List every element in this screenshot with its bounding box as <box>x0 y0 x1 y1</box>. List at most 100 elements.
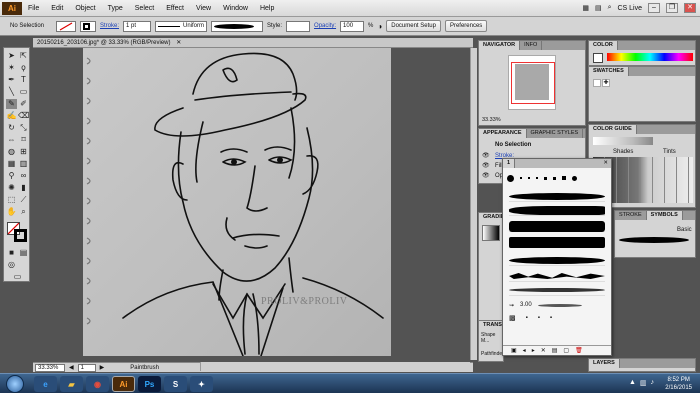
minimize-button[interactable]: – <box>648 3 660 13</box>
app-icon[interactable]: ✦ <box>190 376 213 392</box>
search-icon[interactable]: ⌕ <box>608 4 612 12</box>
folder-icon[interactable]: ▰ <box>60 376 83 392</box>
illustrator-icon[interactable]: Ai <box>112 376 135 392</box>
restore-button[interactable]: ❐ <box>666 3 678 13</box>
stroke-swatch[interactable] <box>80 20 96 32</box>
visibility-eye-icon[interactable]: 👁 <box>482 152 490 159</box>
opacity-link[interactable]: Opacity: <box>314 23 336 29</box>
artboard-tool-icon[interactable]: ⬚ <box>6 195 17 205</box>
brush-row[interactable] <box>509 191 605 202</box>
panel-close-icon[interactable]: ✕ <box>603 159 611 168</box>
remove-stroke-icon[interactable]: ✕ <box>541 347 546 354</box>
next-artboard-icon[interactable]: ▶ <box>100 364 105 371</box>
tab-layers[interactable]: LAYERS <box>589 359 620 368</box>
start-button[interactable] <box>6 375 24 393</box>
prev-artboard-icon[interactable]: ◀ <box>69 364 74 371</box>
preferences-button[interactable]: Preferences <box>444 20 488 32</box>
tab-brushes[interactable]: 1 <box>503 159 516 168</box>
chrome-icon[interactable]: ◉ <box>86 376 109 392</box>
color-mode-icon[interactable]: ■ <box>6 248 17 258</box>
color-fill-swatch[interactable] <box>593 53 603 63</box>
zoom-tool-icon[interactable]: ⌕ <box>18 207 29 217</box>
view-box[interactable] <box>511 62 555 104</box>
recolor-icon[interactable]: ◑ <box>377 22 382 31</box>
visibility-eye-icon[interactable]: 👁 <box>482 172 490 179</box>
fill-swatch[interactable] <box>56 20 76 32</box>
gradient-preview[interactable] <box>482 225 500 241</box>
menu-type[interactable]: Type <box>102 5 129 12</box>
color-spectrum[interactable] <box>607 53 693 61</box>
artboard-number-field[interactable]: 1 <box>77 363 96 372</box>
harmony-colors[interactable] <box>593 137 653 145</box>
skype-icon[interactable]: S <box>164 376 187 392</box>
stroke-weight-field[interactable]: 1 pt <box>123 20 152 32</box>
graphic-style-picker[interactable] <box>286 20 311 32</box>
photoshop-icon[interactable]: Ps <box>138 376 161 392</box>
menu-effect[interactable]: Effect <box>160 5 190 12</box>
paintbrush-tool-icon[interactable]: ✎ <box>6 99 17 109</box>
swatch-registration[interactable]: ✚ <box>602 79 610 87</box>
explorer-icon[interactable]: e <box>34 376 57 392</box>
pen-tool-icon[interactable]: ✒ <box>6 75 17 85</box>
menu-view[interactable]: View <box>190 5 217 12</box>
canvas[interactable]: PROLIV&PROLIV <box>33 48 471 360</box>
brush-row[interactable] <box>509 205 605 216</box>
menu-file[interactable]: File <box>22 5 45 12</box>
arrange-icon[interactable]: ▤ <box>595 4 602 12</box>
arrow-up-icon[interactable]: ▲ <box>629 379 636 387</box>
rectangle-tool-icon[interactable]: ▭ <box>18 87 29 97</box>
scale-tool-icon[interactable]: ⤡ <box>18 123 29 133</box>
vertical-scrollbar[interactable] <box>470 48 477 360</box>
basic-brush-preview[interactable] <box>619 237 689 243</box>
symbol-sprayer-icon[interactable]: ✺ <box>6 183 17 193</box>
lasso-icon[interactable]: ϙ <box>18 63 29 73</box>
rotate-tool-icon[interactable]: ↻ <box>6 123 17 133</box>
horizontal-scrollbar[interactable] <box>200 362 470 371</box>
hand-tool-icon[interactable]: ✋ <box>6 207 17 217</box>
brush-row[interactable] <box>509 285 605 296</box>
tab-color[interactable]: COLOR <box>589 41 618 50</box>
delete-brush-icon[interactable]: 🗑 <box>575 347 583 354</box>
menu-help[interactable]: Help <box>254 5 280 12</box>
width-tool-icon[interactable]: ⇔ <box>6 135 17 145</box>
mesh-tool-icon[interactable]: ▦ <box>6 159 17 169</box>
art-brush-row[interactable]: ⇝ 3.00 <box>509 299 605 311</box>
swatch-none[interactable] <box>593 79 601 87</box>
brush-row[interactable] <box>509 237 605 248</box>
opacity-field[interactable]: 100 <box>340 20 365 32</box>
perspective-grid-icon[interactable]: ⊞ <box>18 147 29 157</box>
eyedropper-icon[interactable]: ⚲ <box>6 171 17 181</box>
zoom-level-field[interactable]: 33.33% <box>35 363 65 372</box>
brush-row[interactable] <box>509 221 605 232</box>
magic-wand-icon[interactable]: ✶ <box>6 63 17 73</box>
screen-mode-icon[interactable]: ▭ <box>12 272 23 282</box>
navigator-thumbnail[interactable] <box>508 55 556 110</box>
pencil-tool-icon[interactable]: ✐ <box>18 99 29 109</box>
menu-select[interactable]: Select <box>129 5 160 12</box>
brush-libraries-icon[interactable]: ▣ <box>511 347 517 354</box>
tab-swatches[interactable]: SWATCHES <box>589 67 629 76</box>
tab-navigator[interactable]: NAVIGATOR <box>479 41 521 50</box>
gradient-tool-icon[interactable]: ▥ <box>18 159 29 169</box>
direct-selection-tool-icon[interactable]: ⇱ <box>18 51 29 61</box>
free-transform-icon[interactable]: ⌑ <box>18 135 29 145</box>
type-tool-icon[interactable]: T <box>18 75 29 85</box>
pattern-brush-row[interactable]: ▩ ▪ ▪ ▪ <box>509 313 605 323</box>
slice-tool-icon[interactable]: ⟋ <box>18 195 29 205</box>
tab-info[interactable]: INFO <box>520 41 543 50</box>
stroke-link[interactable]: Stroke: <box>100 23 119 29</box>
selection-tool-icon[interactable]: ➤ <box>6 51 17 61</box>
options-icon[interactable]: ▤ <box>552 347 558 354</box>
blob-brush-icon[interactable]: ✍ <box>6 111 17 121</box>
close-button[interactable]: ✕ <box>684 3 696 13</box>
brush-definition[interactable] <box>211 20 264 32</box>
tab-color-guide[interactable]: COLOR GUIDE <box>589 125 637 134</box>
clock[interactable]: 8:52 PM 2/16/2015 <box>665 376 692 392</box>
brush-row[interactable] <box>509 271 605 282</box>
tab-graphic-styles[interactable]: GRAPHIC STYLES <box>527 129 584 138</box>
brush-row[interactable] <box>509 255 605 266</box>
network-icon[interactable]: ▥ <box>640 379 647 387</box>
eraser-tool-icon[interactable]: ⌫ <box>18 111 29 121</box>
tab-appearance[interactable]: APPEARANCE <box>479 129 527 138</box>
gradient-mode-icon[interactable]: ▤ <box>18 248 29 258</box>
